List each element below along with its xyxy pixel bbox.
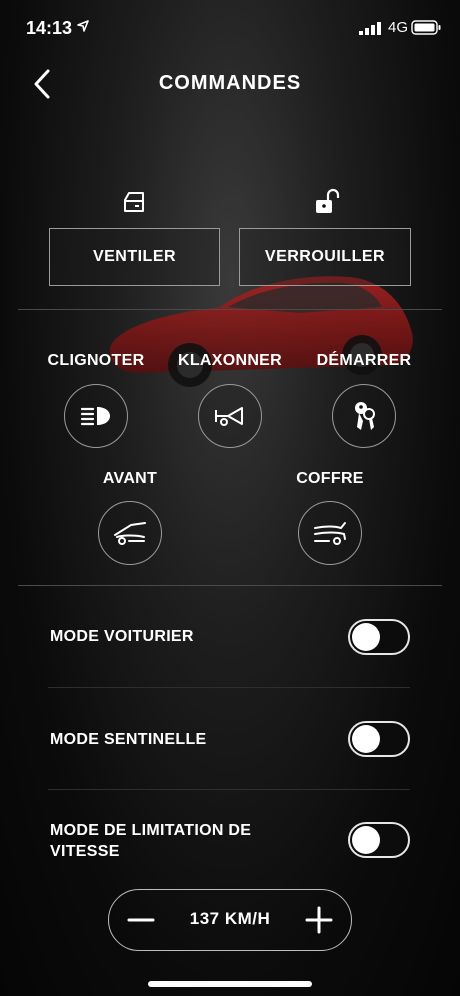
lock-button[interactable]: VERROUILLER bbox=[239, 228, 411, 286]
speed-limit-stepper: 137 KM/H bbox=[108, 889, 352, 951]
increase-speed-button[interactable] bbox=[301, 902, 337, 938]
divider bbox=[18, 309, 442, 310]
frunk-button[interactable] bbox=[98, 501, 162, 565]
sentry-mode-label: MODE SENTINELLE bbox=[50, 731, 207, 748]
battery-icon bbox=[411, 20, 441, 35]
honk-label: KLAXONNER bbox=[177, 352, 283, 369]
plus-icon bbox=[305, 906, 333, 934]
network-type: 4G bbox=[388, 19, 409, 36]
trunk-icon bbox=[314, 522, 346, 545]
cellular-signal-icon bbox=[359, 22, 381, 35]
toggle-knob bbox=[352, 826, 380, 854]
location-arrow-icon bbox=[77, 20, 89, 32]
flash-lights-label: CLIGNOTER bbox=[47, 352, 145, 369]
vent-button[interactable]: VENTILER bbox=[49, 228, 220, 286]
divider bbox=[48, 687, 410, 688]
window-icon bbox=[124, 192, 144, 212]
status-time: 14:13 bbox=[26, 18, 73, 38]
status-bar: 14:13 4G bbox=[0, 0, 460, 56]
valet-mode-toggle[interactable] bbox=[348, 619, 410, 655]
start-label: DÉMARRER bbox=[316, 352, 412, 369]
vent-button-label: VENTILER bbox=[92, 248, 177, 265]
valet-mode-label: MODE VOITURIER bbox=[50, 628, 194, 645]
keys-icon bbox=[355, 402, 375, 430]
home-indicator[interactable] bbox=[148, 981, 312, 987]
headlight-icon bbox=[80, 407, 110, 426]
divider bbox=[48, 789, 410, 790]
trunk-button[interactable] bbox=[298, 501, 362, 565]
unlock-icon bbox=[316, 188, 340, 213]
trunk-label: COFFRE bbox=[296, 470, 364, 487]
page-title: COMMANDES bbox=[158, 72, 302, 94]
start-button[interactable] bbox=[332, 384, 396, 448]
toggle-knob bbox=[352, 623, 380, 651]
frunk-label: AVANT bbox=[102, 470, 158, 487]
frunk-icon bbox=[114, 522, 146, 545]
speed-limit-mode-toggle[interactable] bbox=[348, 822, 410, 858]
lock-button-label: VERROUILLER bbox=[264, 248, 386, 265]
flash-lights-button[interactable] bbox=[64, 384, 128, 448]
speed-limit-mode-label: MODE DE LIMITATION DE VITESSE bbox=[50, 822, 252, 860]
divider bbox=[18, 585, 442, 586]
honk-button[interactable] bbox=[198, 384, 262, 448]
horn-icon bbox=[215, 407, 243, 426]
toggle-knob bbox=[352, 725, 380, 753]
sentry-mode-toggle[interactable] bbox=[348, 721, 410, 757]
